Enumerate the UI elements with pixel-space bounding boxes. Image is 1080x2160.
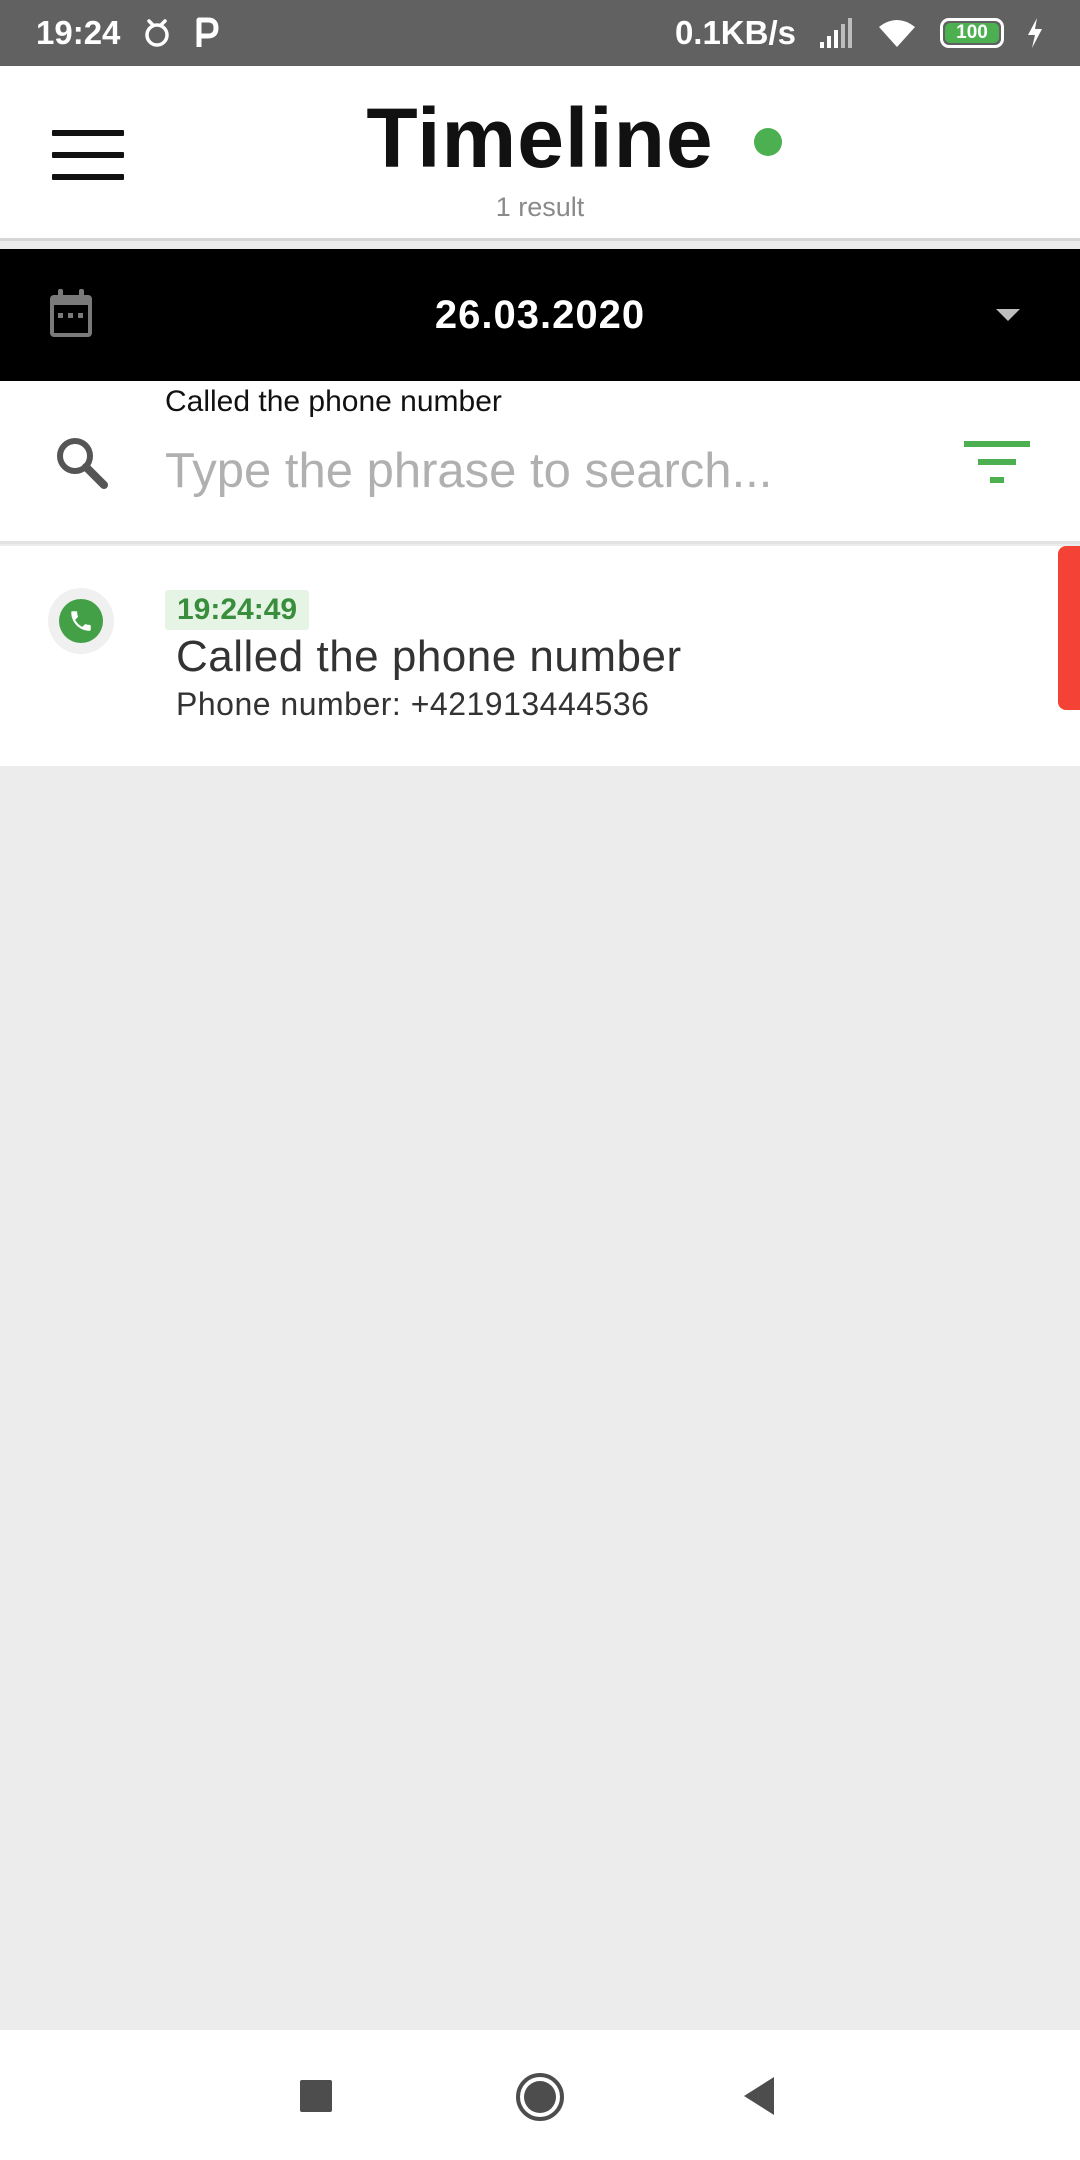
wifi-icon [876, 17, 918, 49]
page-title: Timeline [366, 91, 714, 185]
status-right: 0.1KB/s 100 [675, 14, 1044, 52]
search-input[interactable] [165, 433, 925, 509]
app-root: 19:24 0.1KB/s 100 Timeline 1 result 26.0… [0, 0, 1080, 2160]
parking-icon [194, 17, 220, 49]
network-speed: 0.1KB/s [674, 14, 796, 51]
status-left: 19:24 [36, 14, 220, 52]
event-title: Called the phone number [176, 632, 682, 681]
result-count: 1 result [495, 192, 585, 222]
app-header: Timeline 1 result [0, 66, 1080, 241]
back-button[interactable] [744, 2077, 774, 2115]
search-icon [57, 438, 108, 489]
timeline-item[interactable]: 19:24:49 Called the phone number Phone n… [0, 546, 1080, 766]
phone-icon [59, 599, 103, 643]
event-detail: Phone number: +421913444536 [176, 686, 650, 722]
system-nav-bar [0, 2030, 1080, 2160]
filter-icon[interactable] [964, 437, 1030, 487]
event-time-badge: 19:24:49 [165, 590, 310, 630]
battery-icon: 100 [940, 18, 1004, 48]
home-dot [524, 2081, 556, 2113]
alarm-icon [142, 17, 172, 49]
status-bar: 19:24 0.1KB/s 100 [0, 0, 1080, 66]
search-area: Called the phone number [0, 381, 1080, 544]
title-wrap: Timeline [0, 88, 1080, 188]
dropdown-arrow-icon[interactable] [996, 309, 1020, 321]
search-label: Called the phone number [165, 385, 502, 418]
event-marker [1058, 546, 1080, 710]
online-status-dot [754, 128, 782, 156]
battery-level: 100 [945, 22, 999, 43]
event-icon-wrapper [48, 588, 114, 654]
charging-icon [1026, 17, 1044, 49]
signal-icon [818, 18, 854, 48]
date-picker-bar[interactable]: 26.03.2020 [0, 249, 1080, 381]
selected-date: 26.03.2020 [434, 293, 646, 337]
recent-apps-button[interactable] [300, 2080, 332, 2112]
status-time: 19:24 [36, 14, 121, 51]
home-button[interactable] [516, 2073, 564, 2121]
